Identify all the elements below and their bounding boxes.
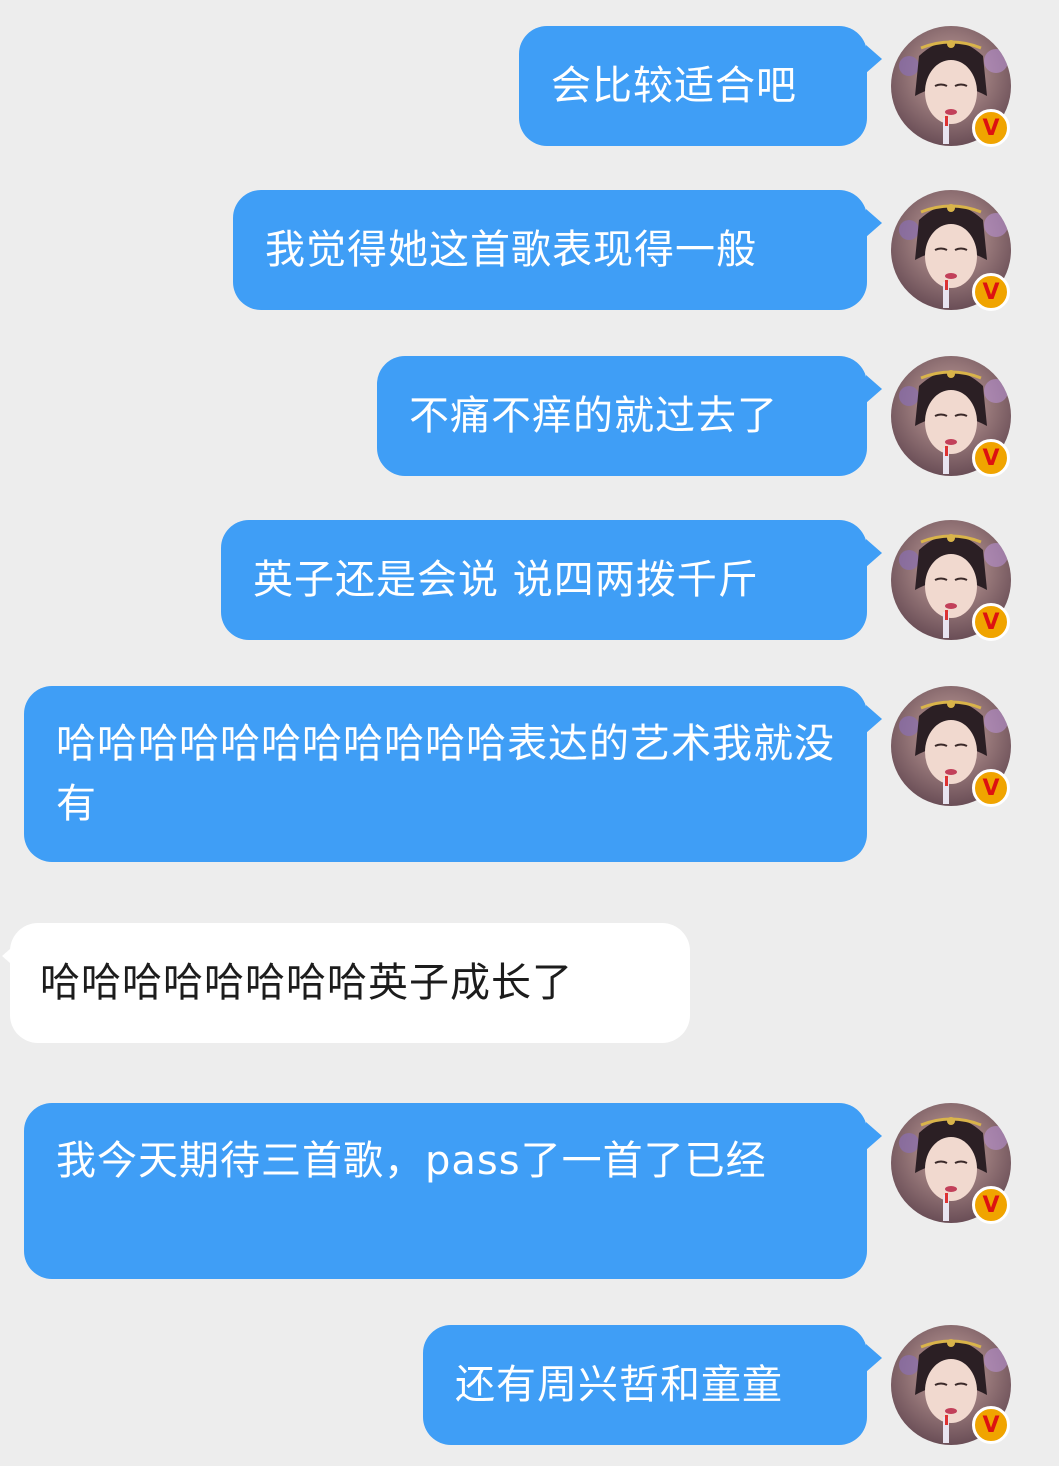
verified-badge-icon: V	[972, 109, 1010, 147]
message-bubble-outgoing[interactable]: 英子还是会说 说四两拨千斤	[221, 520, 867, 640]
message-text: 我觉得她这首歌表现得一般	[265, 227, 757, 273]
bubble-tail	[866, 1122, 882, 1150]
message-text: 我今天期待三首歌，pass了一首了已经	[56, 1138, 767, 1184]
message-bubble-outgoing[interactable]: 还有周兴哲和童童	[423, 1325, 867, 1445]
bubble-tail	[866, 705, 882, 733]
message-bubble-outgoing[interactable]: 会比较适合吧	[519, 26, 867, 146]
bubble-tail	[866, 1344, 882, 1372]
bubble-tail	[866, 375, 882, 403]
message-bubble-incoming[interactable]: 哈哈哈哈哈哈哈哈英子成长了	[10, 923, 690, 1043]
message-bubble-outgoing[interactable]: 我今天期待三首歌，pass了一首了已经	[24, 1103, 867, 1279]
message-text: 英子还是会说 说四两拨千斤	[253, 557, 759, 603]
verified-badge-icon: V	[972, 1406, 1010, 1444]
message-text: 哈哈哈哈哈哈哈哈英子成长了	[40, 960, 573, 1006]
bubble-tail	[866, 209, 882, 237]
verified-badge-icon: V	[972, 439, 1010, 477]
verified-badge-icon: V	[972, 603, 1010, 641]
verified-badge-icon: V	[972, 1186, 1010, 1224]
message-bubble-outgoing[interactable]: 不痛不痒的就过去了	[377, 356, 867, 476]
message-text: 不痛不痒的就过去了	[409, 393, 778, 439]
bubble-tail	[866, 45, 882, 73]
bubble-tail	[866, 539, 882, 567]
message-text: 会比较适合吧	[551, 63, 797, 109]
message-text: 还有周兴哲和童童	[455, 1362, 783, 1408]
message-text: 哈哈哈哈哈哈哈哈哈哈哈表达的艺术我就没有	[56, 721, 835, 827]
message-bubble-outgoing[interactable]: 哈哈哈哈哈哈哈哈哈哈哈表达的艺术我就没有	[24, 686, 867, 862]
verified-badge-icon: V	[972, 769, 1010, 807]
message-bubble-outgoing[interactable]: 我觉得她这首歌表现得一般	[233, 190, 867, 310]
verified-badge-icon: V	[972, 273, 1010, 311]
